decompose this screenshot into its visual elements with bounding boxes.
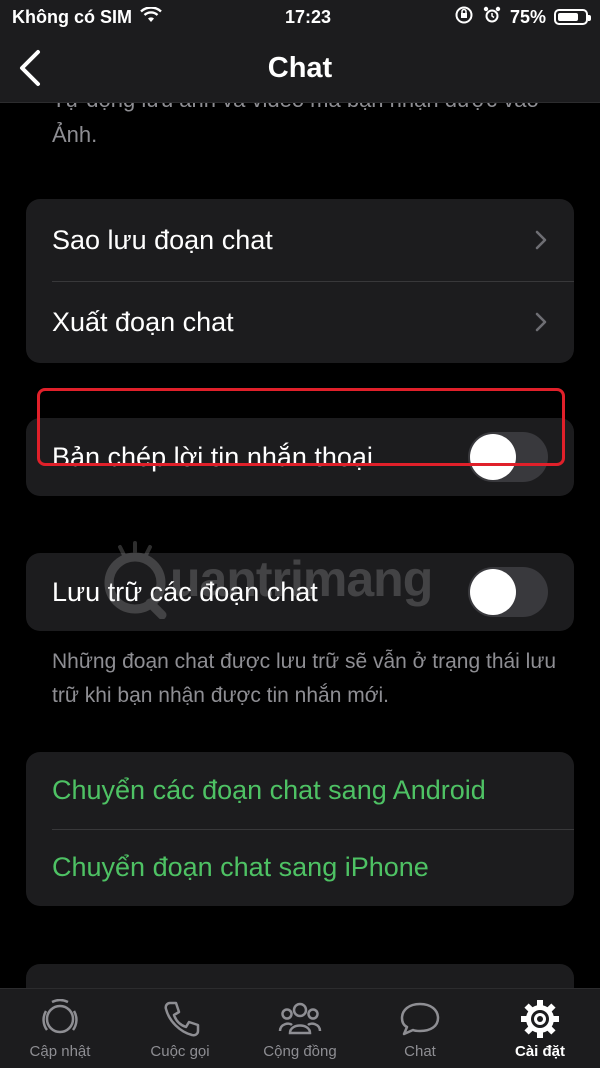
tab-chats-label: Chat	[404, 1043, 436, 1060]
tab-updates-label: Cập nhật	[29, 1043, 91, 1060]
transfer-card: Chuyển các đoạn chat sang Android Chuyển…	[26, 752, 574, 906]
back-button[interactable]	[10, 46, 50, 90]
watermark-text: uantrimang	[170, 551, 433, 607]
toggle-knob	[470, 569, 516, 615]
tab-chats[interactable]: Chat	[360, 989, 480, 1068]
battery-fill	[557, 13, 578, 21]
watermark-logo-icon	[104, 541, 167, 619]
transfer-android-row[interactable]: Chuyển các đoạn chat sang Android	[26, 752, 574, 829]
tab-settings-label: Cài đặt	[514, 1043, 565, 1060]
tab-communities[interactable]: Cộng đồng	[240, 989, 360, 1068]
tab-calls-label: Cuộc gọi	[150, 1043, 210, 1060]
status-bar: Không có SIM 17:23 75%	[0, 0, 600, 34]
export-chats-row[interactable]: Xuất đoạn chat	[26, 281, 574, 363]
page-title: Chat	[267, 51, 333, 84]
chevron-left-icon	[20, 50, 40, 86]
chevron-right-icon	[535, 312, 547, 332]
archive-note: Những đoạn chat được lưu trữ sẽ vẫn ở tr…	[52, 650, 557, 707]
clock-time: 17:23	[284, 6, 331, 27]
tab-updates[interactable]: Cập nhật	[0, 989, 120, 1068]
backup-card: Sao lưu đoạn chat Xuất đoạn chat	[26, 199, 574, 363]
backup-chats-row[interactable]: Sao lưu đoạn chat	[26, 199, 574, 281]
tab-settings[interactable]: Cài đặt	[480, 989, 600, 1068]
battery-percent: 75%	[509, 6, 546, 27]
backup-chats-label: Sao lưu đoạn chat	[52, 224, 273, 255]
transfer-iphone-label: Chuyển đoạn chat sang iPhone	[52, 852, 429, 882]
tab-bar: Cập nhật Cuộc gọi Cộng đồng Chat Cài đặt	[0, 988, 600, 1068]
archive-chats-toggle[interactable]	[468, 567, 548, 617]
transfer-android-label: Chuyển các đoạn chat sang Android	[52, 775, 486, 805]
transfer-iphone-row[interactable]: Chuyển đoạn chat sang iPhone	[26, 829, 574, 906]
status-right: 75%	[454, 5, 591, 30]
chat-icon	[400, 1002, 440, 1036]
settings-icon	[521, 1000, 559, 1038]
community-icon	[278, 1002, 322, 1035]
chevron-right-icon	[535, 230, 547, 250]
watermark: uantrimang	[100, 534, 460, 624]
updates-icon	[42, 999, 78, 1034]
battery-icon	[553, 9, 591, 25]
alarm-icon	[482, 5, 502, 30]
tab-communities-label: Cộng đồng	[263, 1043, 337, 1060]
phone-icon	[164, 1001, 200, 1037]
orientation-lock-icon	[454, 5, 474, 30]
navigation-bar: Chat	[0, 34, 600, 103]
highlight-box	[37, 388, 565, 466]
carrier-text: Không có SIM	[12, 6, 132, 27]
next-card-partial	[26, 964, 574, 988]
wifi-icon	[140, 5, 162, 28]
export-chats-label: Xuất đoạn chat	[52, 306, 234, 337]
media-visibility-description: Tự động lưu ảnh và video mà bạn nhận đượ…	[52, 102, 539, 147]
status-left: Không có SIM	[12, 5, 162, 28]
settings-content[interactable]: Tự động lưu ảnh và video mà bạn nhận đượ…	[0, 102, 600, 988]
tab-calls[interactable]: Cuộc gọi	[120, 989, 240, 1068]
